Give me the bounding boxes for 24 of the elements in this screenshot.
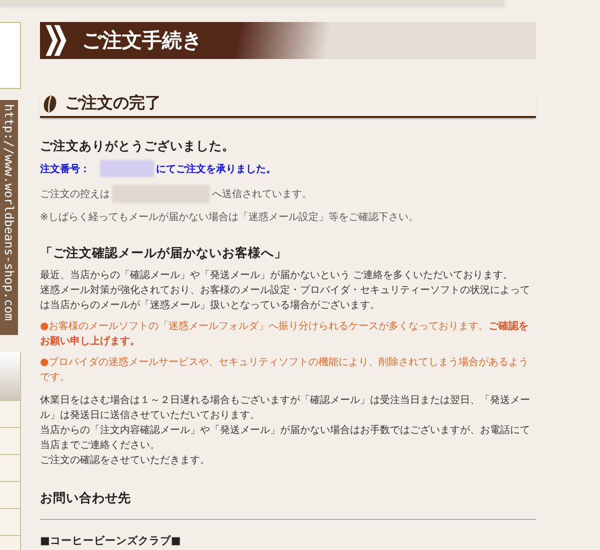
url-text: http://www.worldbeans-shop.com [2, 103, 16, 323]
section-title: ご注文の完了 [65, 93, 161, 114]
chevron-icon [44, 22, 68, 59]
redacted-order-number [100, 160, 154, 177]
url-banner[interactable]: http://www.worldbeans-shop.com [0, 100, 18, 335]
body-text: ご注文の確認をさせていただきます。 [40, 454, 211, 468]
page-title: ご注文手続き [82, 27, 202, 54]
warning-text: ●お客様のメールソフトの「迷惑メールフォルダ」へ振り分けられるケースが多くなっております。ご確認をお願い申し上げます。 [40, 320, 530, 349]
body-text: 最近、当店からの「確認メール」や「発送メール」が届かないという ご連絡を多くいただいております。 [40, 268, 514, 283]
copy-text: ご注文の控えは [40, 188, 110, 201]
sidebar-panel [0, 22, 21, 89]
body-text: 休業日をはさむ場合は１～２日遅れる場合もございますが「確認メール」は受注当日または翌日、「発送メール」は発送日に送信させていただいております。 [40, 394, 531, 423]
contact-heading: お問い合わせ先 [40, 490, 536, 520]
body-text: 当店からの「注文内容確認メール」や「発送メール」が届かない場合はお手数ではございますが、お電話にて当店までご連絡ください。 [40, 424, 531, 453]
warning-text: ●プロバイダの迷惑メールサービスや、セキュリティソフトの機能により、削除されてしまう場合があるようです。 [40, 356, 530, 385]
mail-heading: 「ご注文確認メールが届かないお客様へ」 [40, 245, 288, 262]
copy-sent-text: へ送信されています。 [212, 188, 312, 201]
coffee-bean-icon [43, 94, 57, 112]
shop-name: ■コーヒービーンズクラブ■ [40, 534, 182, 548]
order-number-label: 注文番号： [40, 162, 90, 176]
notice-text: ※しばらく経ってもメールが届かない場合は「迷惑メール設定」等をご確認下さい。 [40, 210, 420, 225]
order-accepted-text: にてご注文を承りました。 [156, 162, 276, 176]
thanks-message: ご注文ありがとうございました。 [40, 138, 236, 155]
body-text: 迷惑メール対策が強化されており、お客様のメール設定・プロバイダ・セキュリティーソフトの状況によっては当店からのメールが「迷惑メール」扱いとなっている場合がございます。 [40, 284, 531, 313]
